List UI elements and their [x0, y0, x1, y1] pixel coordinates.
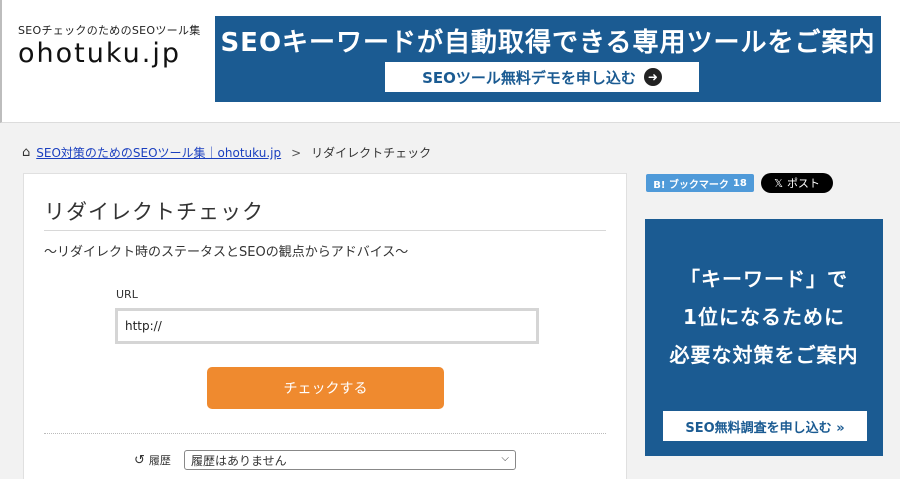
side-ad-banner[interactable]: 「キーワード」で 1位になるために 必要な対策をご案内 SEO無料調査を申し込む…	[645, 219, 883, 456]
home-icon: ⌂	[22, 145, 31, 160]
title-divider	[44, 230, 606, 231]
history-icon: ↺	[134, 452, 145, 468]
main-panel: リダイレクトチェック ～リダイレクト時のステータスとSEOの観点からアドバイス～…	[23, 173, 627, 479]
x-logo-icon: 𝕏	[774, 176, 783, 190]
history-select-value: 履歴はありません	[191, 453, 287, 468]
seo-survey-button[interactable]: SEO無料調査を申し込む »	[663, 411, 867, 441]
demo-request-label: SEOツール無料デモを申し込む	[422, 68, 636, 87]
x-post-label: ポスト	[786, 177, 820, 190]
site-header: SEOチェックのためのSEOツール集 ohotuku.jp SEOキーワードが自…	[0, 0, 900, 123]
bookmark-count: 18	[732, 177, 747, 189]
breadcrumb-separator: >	[291, 145, 302, 160]
side-banner-line1: 「キーワード」で	[680, 267, 848, 291]
url-label: URL	[116, 288, 138, 301]
x-post-button[interactable]: 𝕏 ポスト	[761, 173, 833, 193]
demo-request-button[interactable]: SEOツール無料デモを申し込む ➜	[385, 62, 699, 92]
page-title: リダイレクトチェック	[44, 200, 264, 224]
breadcrumb: ⌂ SEO対策のためのSEOツール集｜ohotuku.jp > リダイレクトチェ…	[22, 144, 431, 161]
url-input[interactable]	[115, 308, 539, 344]
page-subtitle: ～リダイレクト時のステータスとSEOの観点からアドバイス～	[44, 245, 409, 260]
breadcrumb-current: リダイレクトチェック	[311, 146, 432, 160]
arrow-right-circle-icon: ➜	[643, 68, 662, 86]
side-banner-line2: 1位になるために	[683, 305, 845, 329]
site-logo[interactable]: ohotuku.jp	[18, 38, 181, 69]
history-label-text: 履歴	[148, 454, 171, 467]
dotted-divider	[44, 433, 606, 434]
header-ad-banner[interactable]: SEOキーワードが自動取得できる専用ツールをご案内 SEOツール無料デモを申し込…	[215, 16, 881, 102]
chevron-down-icon: ⌵	[501, 453, 509, 464]
history-label: ↺ 履歴	[134, 452, 171, 468]
header-banner-title: SEOキーワードが自動取得できる専用ツールをご案内	[220, 28, 876, 58]
breadcrumb-home-link[interactable]: SEO対策のためのSEOツール集｜ohotuku.jp	[36, 144, 281, 161]
site-tagline: SEOチェックのためのSEOツール集	[18, 24, 201, 37]
check-button[interactable]: チェックする	[207, 367, 444, 409]
bookmark-label: B! ブックマーク	[653, 179, 729, 191]
history-select[interactable]: 履歴はありません ⌵	[184, 450, 516, 470]
hatena-bookmark-button[interactable]: B! ブックマーク 18	[646, 174, 754, 192]
side-banner-line3: 必要な対策をご案内	[669, 343, 859, 367]
